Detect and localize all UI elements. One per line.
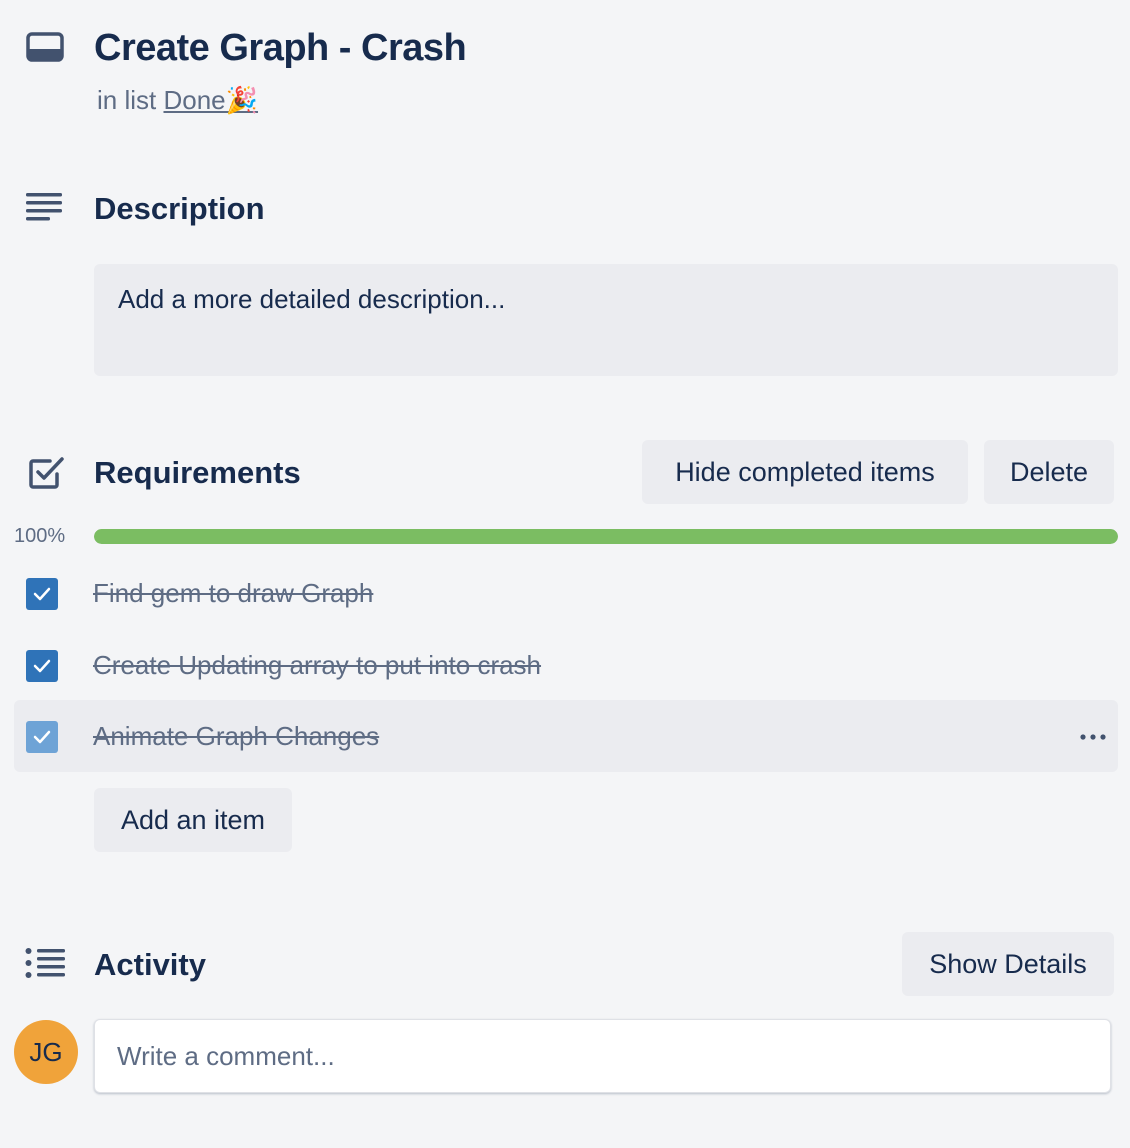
list-location: in list Done🎉	[97, 84, 258, 116]
checkmark-icon	[33, 730, 51, 744]
description-icon	[26, 192, 64, 222]
progress-percent: 100%	[14, 525, 66, 547]
progress-fill	[94, 529, 1118, 544]
item-text: Create Updating array to put into crash	[93, 650, 542, 680]
card-icon	[26, 32, 64, 62]
item-checkbox[interactable]	[26, 721, 58, 753]
hide-completed-button[interactable]: Hide completed items	[642, 440, 968, 504]
more-icon[interactable]	[1078, 722, 1108, 752]
progress-bar	[94, 529, 1118, 544]
description-editor[interactable]: Add a more detailed description...	[94, 264, 1118, 376]
description-heading: Description	[94, 191, 265, 226]
card-title[interactable]: Create Graph - Crash	[94, 24, 467, 72]
show-details-button[interactable]: Show Details	[902, 932, 1114, 996]
activity-heading: Activity	[94, 947, 206, 982]
delete-checklist-button[interactable]: Delete	[984, 440, 1114, 504]
avatar[interactable]: JG	[14, 1020, 78, 1084]
item-text: Find gem to draw Graph	[93, 578, 374, 608]
in-list-label: in list	[97, 85, 157, 115]
checkmark-icon	[33, 659, 51, 673]
checklist-item[interactable]: Find gem to draw Graph	[14, 557, 1118, 629]
checklist-item[interactable]: Create Updating array to put into crash	[14, 629, 1118, 701]
item-checkbox[interactable]	[26, 650, 58, 682]
item-text: Animate Graph Changes	[93, 721, 380, 751]
checklist-item[interactable]: Animate Graph Changes	[14, 700, 1118, 772]
checklist-icon	[28, 455, 66, 491]
item-checkbox[interactable]	[26, 578, 58, 610]
comment-input[interactable]	[94, 1019, 1111, 1093]
checklist-heading: Requirements	[94, 455, 301, 490]
add-item-button[interactable]: Add an item	[94, 788, 292, 852]
activity-icon	[25, 948, 65, 978]
checkmark-icon	[33, 587, 51, 601]
list-link[interactable]: Done🎉	[163, 85, 258, 115]
